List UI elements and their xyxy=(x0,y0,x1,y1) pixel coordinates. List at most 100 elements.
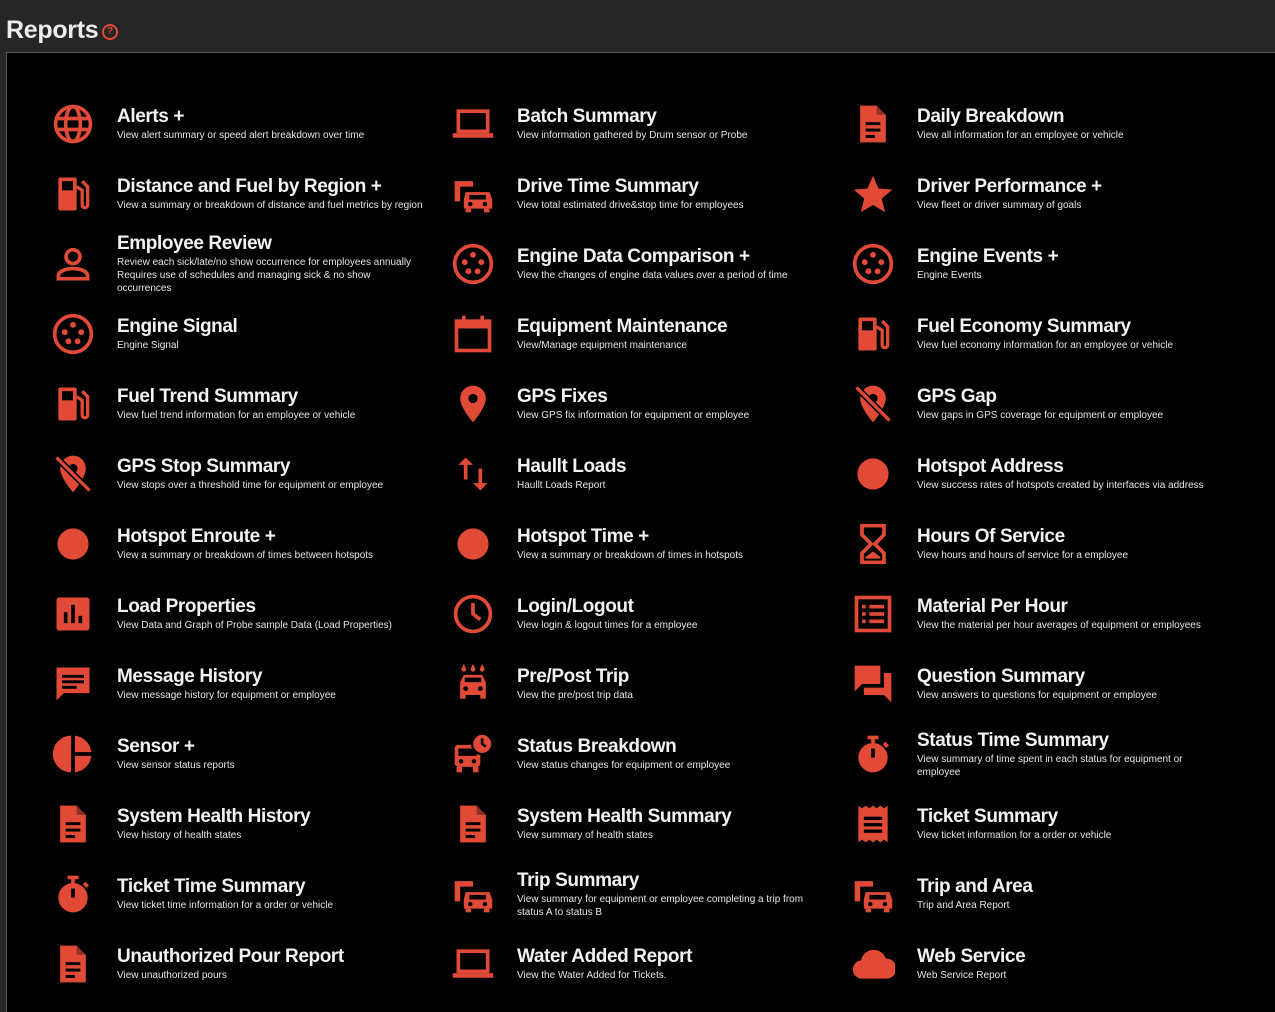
report-title[interactable]: Hours Of Service xyxy=(917,526,1128,548)
report-title[interactable]: Water Added Report xyxy=(517,946,692,968)
report-title[interactable]: Ticket Summary xyxy=(917,806,1111,828)
report-title[interactable]: Engine Data Comparison + xyxy=(517,246,788,268)
report-item-drive-time-summary[interactable]: Drive Time Summary View total estimated d… xyxy=(449,159,849,229)
star-icon xyxy=(849,170,897,218)
report-text: Daily Breakdown View all information for … xyxy=(917,106,1124,142)
report-item-hotspot-time[interactable]: Hotspot Time + View a summary or breakdow… xyxy=(449,509,849,579)
report-item-sensor[interactable]: Sensor + View sensor status reports xyxy=(49,719,449,789)
report-item-gps-fixes[interactable]: GPS Fixes View GPS fix information for eq… xyxy=(449,369,849,439)
report-title[interactable]: GPS Fixes xyxy=(517,386,749,408)
document-icon xyxy=(449,800,497,848)
pie-chart-icon xyxy=(49,730,97,778)
report-text: GPS Fixes View GPS fix information for eq… xyxy=(517,386,749,422)
report-item-system-health-history[interactable]: System Health History View history of hea… xyxy=(49,789,449,859)
report-item-ticket-time-summary[interactable]: Ticket Time Summary View ticket time info… xyxy=(49,859,449,929)
report-title[interactable]: System Health History xyxy=(117,806,311,828)
report-title[interactable]: Batch Summary xyxy=(517,106,747,128)
report-title[interactable]: Message History xyxy=(117,666,336,688)
report-text: Fuel Economy Summary View fuel economy in… xyxy=(917,316,1173,352)
report-item-water-added-report[interactable]: Water Added Report View the Water Added f… xyxy=(449,929,849,999)
report-title[interactable]: Load Properties xyxy=(117,596,392,618)
report-title[interactable]: Hotspot Address xyxy=(917,456,1204,478)
vehicles-icon xyxy=(449,170,497,218)
report-title[interactable]: Pre/Post Trip xyxy=(517,666,633,688)
report-item-engine-signal[interactable]: Engine Signal Engine Signal xyxy=(49,299,449,369)
report-title[interactable]: Distance and Fuel by Region + xyxy=(117,176,423,198)
report-item-engine-events[interactable]: Engine Events + Engine Events xyxy=(849,229,1249,299)
report-item-alerts[interactable]: Alerts + View alert summary or speed aler… xyxy=(49,89,449,159)
report-title[interactable]: Sensor + xyxy=(117,736,235,758)
report-description: Haullt Loads Report xyxy=(517,480,606,491)
report-item-web-service[interactable]: Web Service Web Service Report xyxy=(849,929,1249,999)
report-item-trip-and-area[interactable]: Trip and Area Trip and Area Report xyxy=(849,859,1249,929)
report-title[interactable]: Status Breakdown xyxy=(517,736,730,758)
report-title[interactable]: Hotspot Time + xyxy=(517,526,743,548)
report-item-hours-of-service[interactable]: Hours Of Service View hours and hours of … xyxy=(849,509,1249,579)
report-item-status-time-summary[interactable]: Status Time Summary View summary of time … xyxy=(849,719,1249,789)
report-item-login-logout[interactable]: Login/Logout View login & logout times fo… xyxy=(449,579,849,649)
report-item-haullt-loads[interactable]: Haullt Loads Haullt Loads Report xyxy=(449,439,849,509)
cloud-icon xyxy=(849,940,897,988)
report-item-batch-summary[interactable]: Batch Summary View information gathered b… xyxy=(449,89,849,159)
report-description: View a summary or breakdown of distance … xyxy=(117,200,423,211)
report-item-trip-summary[interactable]: Trip Summary View summary for equipment o… xyxy=(449,859,849,929)
report-title[interactable]: Web Service xyxy=(917,946,1026,968)
report-title[interactable]: Status Time Summary xyxy=(917,730,1227,752)
report-item-gps-gap[interactable]: GPS Gap View gaps in GPS coverage for equ… xyxy=(849,369,1249,439)
report-title[interactable]: Unauthorized Pour Report xyxy=(117,946,344,968)
report-item-equipment-maintenance[interactable]: Equipment Maintenance View/Manage equipme… xyxy=(449,299,849,369)
report-title[interactable]: Ticket Time Summary xyxy=(117,876,333,898)
report-description: View alert summary or speed alert breakd… xyxy=(117,130,365,141)
report-title[interactable]: Employee Review xyxy=(117,233,427,255)
report-description: View history of health states xyxy=(117,830,242,841)
report-item-question-summary[interactable]: Question Summary View answers to question… xyxy=(849,649,1249,719)
report-item-fuel-trend-summary[interactable]: Fuel Trend Summary View fuel trend inform… xyxy=(49,369,449,439)
report-item-message-history[interactable]: Message History View message history for … xyxy=(49,649,449,719)
report-item-material-per-hour[interactable]: Material Per Hour View the material per h… xyxy=(849,579,1249,649)
report-item-status-breakdown[interactable]: Status Breakdown View status changes for … xyxy=(449,719,849,789)
report-title[interactable]: Alerts + xyxy=(117,106,364,128)
report-item-daily-breakdown[interactable]: Daily Breakdown View all information for … xyxy=(849,89,1249,159)
report-item-unauthorized-pour-report[interactable]: Unauthorized Pour Report View unauthorize… xyxy=(49,929,449,999)
report-item-engine-data-comparison[interactable]: Engine Data Comparison + View the changes… xyxy=(449,229,849,299)
report-title[interactable]: Equipment Maintenance xyxy=(517,316,728,338)
report-item-distance-and-fuel-by-region[interactable]: Distance and Fuel by Region + View a summ… xyxy=(49,159,449,229)
report-title[interactable]: Driver Performance + xyxy=(917,176,1102,198)
report-text: System Health History View history of hea… xyxy=(117,806,311,842)
report-text: Distance and Fuel by Region + View a summ… xyxy=(117,176,423,212)
report-title[interactable]: GPS Stop Summary xyxy=(117,456,383,478)
help-icon[interactable]: ? xyxy=(102,24,118,40)
report-title[interactable]: Engine Events + xyxy=(917,246,1059,268)
report-title[interactable]: Haullt Loads xyxy=(517,456,627,478)
report-title[interactable]: Engine Signal xyxy=(117,316,238,338)
report-text: Hotspot Enroute + View a summary or break… xyxy=(117,526,373,562)
report-item-load-properties[interactable]: Load Properties View Data and Graph of Pr… xyxy=(49,579,449,649)
report-text: Engine Data Comparison + View the changes… xyxy=(517,246,788,282)
report-title[interactable]: System Health Summary xyxy=(517,806,732,828)
report-item-driver-performance[interactable]: Driver Performance + View fleet or driver… xyxy=(849,159,1249,229)
report-title[interactable]: Daily Breakdown xyxy=(917,106,1124,128)
report-item-hotspot-address[interactable]: Hotspot Address View success rates of hot… xyxy=(849,439,1249,509)
report-item-fuel-economy-summary[interactable]: Fuel Economy Summary View fuel economy in… xyxy=(849,299,1249,369)
report-title[interactable]: Fuel Economy Summary xyxy=(917,316,1173,338)
report-title[interactable]: GPS Gap xyxy=(917,386,1163,408)
report-item-pre-post-trip[interactable]: Pre/Post Trip View the pre/post trip data xyxy=(449,649,849,719)
report-item-ticket-summary[interactable]: Ticket Summary View ticket information fo… xyxy=(849,789,1249,859)
report-title[interactable]: Login/Logout xyxy=(517,596,697,618)
report-title[interactable]: Trip and Area xyxy=(917,876,1033,898)
globe-icon xyxy=(49,100,97,148)
bus-clock-icon xyxy=(449,730,497,778)
report-title[interactable]: Material Per Hour xyxy=(917,596,1201,618)
report-title[interactable]: Question Summary xyxy=(917,666,1157,688)
report-title[interactable]: Hotspot Enroute + xyxy=(117,526,373,548)
report-item-system-health-summary[interactable]: System Health Summary View summary of hea… xyxy=(449,789,849,859)
report-item-gps-stop-summary[interactable]: GPS Stop Summary View stops over a thresh… xyxy=(49,439,449,509)
report-title[interactable]: Drive Time Summary xyxy=(517,176,744,198)
location-pin-icon xyxy=(449,380,497,428)
report-title[interactable]: Trip Summary xyxy=(517,870,827,892)
report-title[interactable]: Fuel Trend Summary xyxy=(117,386,355,408)
report-item-employee-review[interactable]: Employee Review Review each sick/late/no … xyxy=(49,229,449,299)
report-item-hotspot-enroute[interactable]: Hotspot Enroute + View a summary or break… xyxy=(49,509,449,579)
laptop-icon xyxy=(449,940,497,988)
report-text: Unauthorized Pour Report View unauthorize… xyxy=(117,946,344,982)
